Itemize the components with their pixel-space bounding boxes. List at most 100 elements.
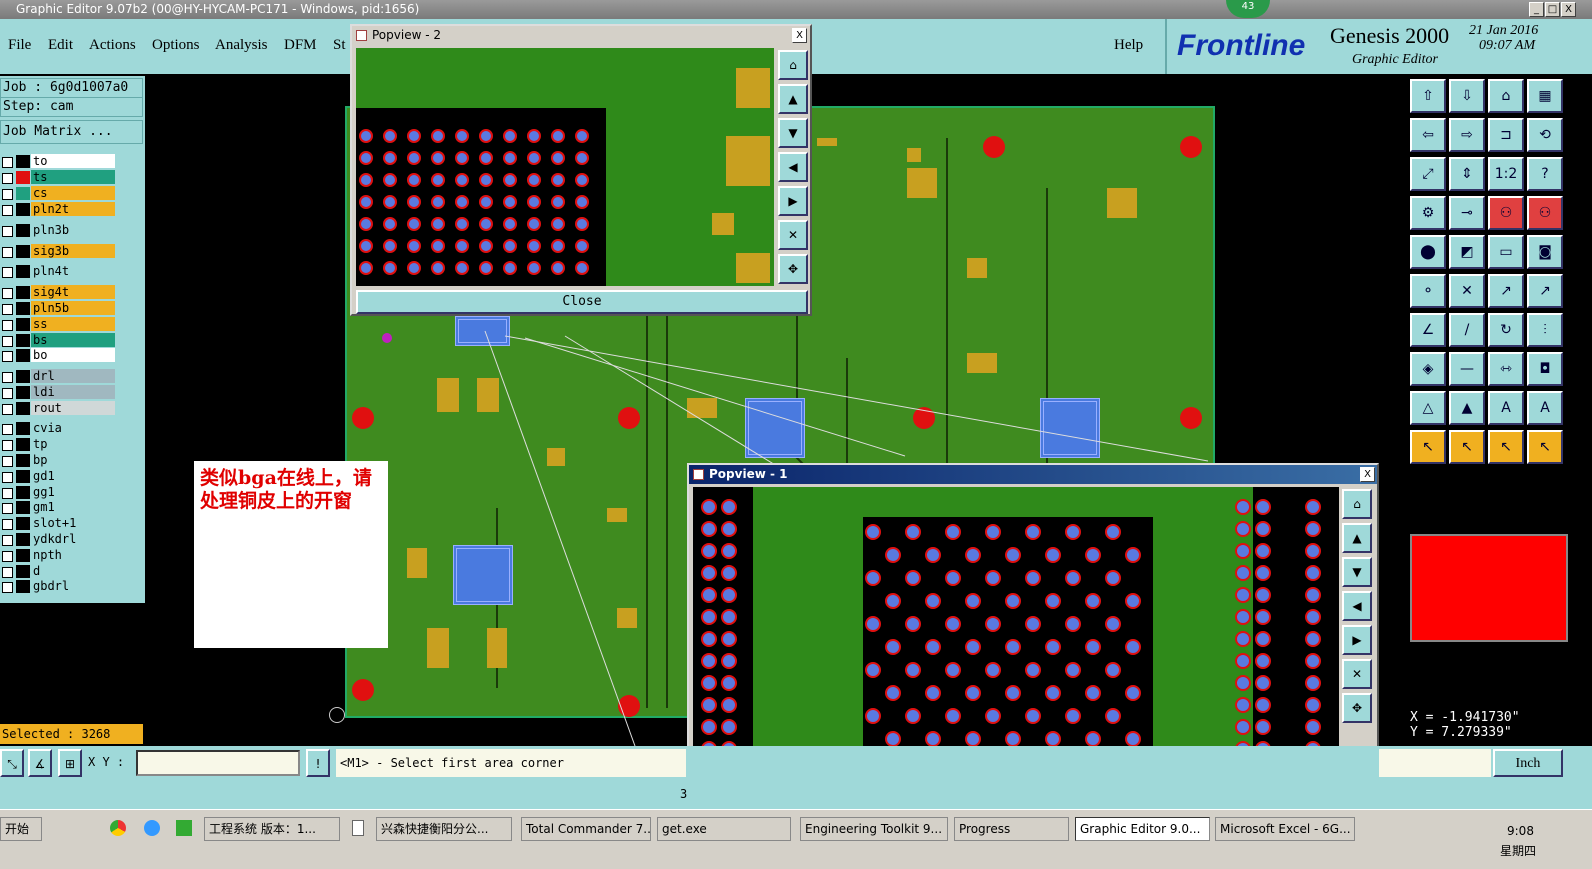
layer-color-swatch[interactable] bbox=[16, 402, 30, 415]
arc-icon[interactable]: ↻ bbox=[1488, 313, 1524, 347]
pointer2-icon[interactable]: ↖ bbox=[1449, 430, 1485, 464]
layer-color-swatch[interactable] bbox=[16, 501, 30, 514]
arrow-up-right-icon[interactable]: ↗ bbox=[1488, 274, 1524, 308]
layer-name[interactable]: pln5b bbox=[31, 301, 115, 315]
start-button[interactable]: 开始 bbox=[0, 817, 42, 841]
layer-checkbox[interactable] bbox=[2, 404, 13, 415]
layer-name[interactable]: pln3b bbox=[31, 223, 115, 237]
pointer4-icon[interactable]: ↖ bbox=[1527, 430, 1563, 464]
layer-name[interactable]: drl bbox=[31, 369, 115, 383]
layer-row-gd1[interactable]: gd1 bbox=[0, 469, 116, 484]
arrow-up-right2-icon[interactable]: ↗ bbox=[1527, 274, 1563, 308]
select-dot-icon[interactable]: ⬤ bbox=[1410, 235, 1446, 269]
taskbar-item[interactable]: 兴森快捷衡阳分公... bbox=[376, 817, 512, 841]
pan-right-icon[interactable]: ▶ bbox=[1342, 625, 1372, 655]
home-icon[interactable]: ⌂ bbox=[1488, 79, 1524, 113]
alert-icon[interactable]: ! bbox=[306, 749, 330, 777]
menu-step[interactable]: St bbox=[333, 37, 346, 54]
layer-name[interactable]: bs bbox=[31, 333, 115, 347]
layer-checkbox[interactable] bbox=[2, 519, 13, 530]
minimize-button[interactable]: _ bbox=[1529, 2, 1544, 17]
zoom-out-icon[interactable]: ✥ bbox=[1342, 693, 1372, 723]
layer-checkbox[interactable] bbox=[2, 226, 13, 237]
line-icon[interactable]: / bbox=[1449, 313, 1485, 347]
pan-left-icon[interactable]: ◀ bbox=[1342, 591, 1372, 621]
layer-row-to[interactable]: to bbox=[0, 154, 116, 169]
grid-icon[interactable]: ⊞ bbox=[58, 749, 82, 777]
layer-name[interactable]: to bbox=[31, 154, 115, 168]
app-icon[interactable] bbox=[176, 820, 192, 836]
layer-checkbox[interactable] bbox=[2, 288, 13, 299]
zoom-home-icon[interactable]: ⌂ bbox=[778, 50, 808, 80]
layer-name[interactable]: ydkdrl bbox=[31, 532, 115, 546]
layer-name[interactable]: gm1 bbox=[31, 500, 115, 514]
layer-color-swatch[interactable] bbox=[16, 155, 30, 168]
layer-row-ldi[interactable]: ldi bbox=[0, 385, 116, 400]
popview-2-viewport[interactable] bbox=[356, 48, 774, 286]
menu-analysis[interactable]: Analysis bbox=[215, 37, 268, 54]
document-icon[interactable] bbox=[352, 820, 364, 836]
text-a-icon[interactable]: A bbox=[1488, 391, 1524, 425]
popview-1-close-icon[interactable]: X bbox=[1360, 467, 1375, 482]
layer-checkbox[interactable] bbox=[2, 205, 13, 216]
layer-row-ydkdrl[interactable]: ydkdrl bbox=[0, 532, 116, 547]
scale-icon[interactable]: 1:2 bbox=[1488, 157, 1524, 191]
cross-icon[interactable]: ✕ bbox=[1449, 274, 1485, 308]
layer-color-swatch[interactable] bbox=[16, 517, 30, 530]
text-a2-icon[interactable]: A bbox=[1527, 391, 1563, 425]
ruler-icon[interactable]: ▭ bbox=[1488, 235, 1524, 269]
layer-checkbox[interactable] bbox=[2, 157, 13, 168]
layer-name[interactable]: ts bbox=[31, 170, 115, 184]
layer-color-swatch[interactable] bbox=[16, 286, 30, 299]
layer-color-swatch[interactable] bbox=[16, 422, 30, 435]
popview-2-close-button[interactable]: Close bbox=[356, 290, 808, 314]
layer-row-bo[interactable]: bo bbox=[0, 348, 116, 363]
pan-up-icon[interactable]: ▲ bbox=[1342, 523, 1372, 553]
layer-color-swatch[interactable] bbox=[16, 533, 30, 546]
layer-name[interactable]: ss bbox=[31, 317, 115, 331]
split-icon[interactable]: ⫶ bbox=[1527, 313, 1563, 347]
layer-checkbox[interactable] bbox=[2, 173, 13, 184]
layer-name[interactable]: slot+1 bbox=[31, 516, 115, 530]
zoom-top-icon[interactable]: ⇧ bbox=[1410, 79, 1446, 113]
stretch-icon[interactable]: ⇕ bbox=[1449, 157, 1485, 191]
layer-row-pln5b[interactable]: pln5b bbox=[0, 301, 116, 316]
xy-input[interactable] bbox=[136, 750, 300, 776]
measure-icon[interactable]: ∡ bbox=[28, 749, 52, 777]
layer-name[interactable]: gd1 bbox=[31, 469, 115, 483]
layer-row-slot+1[interactable]: slot+1 bbox=[0, 516, 116, 531]
pan-down-icon[interactable]: ▼ bbox=[778, 118, 808, 148]
layer-name[interactable]: bp bbox=[31, 453, 115, 467]
layer-color-swatch[interactable] bbox=[16, 454, 30, 467]
layer-name[interactable]: pln4t bbox=[31, 264, 115, 278]
layer-color-swatch[interactable] bbox=[16, 470, 30, 483]
layer-color-swatch[interactable] bbox=[16, 370, 30, 383]
layer-color-swatch[interactable] bbox=[16, 565, 30, 578]
area-icon[interactable]: ◩ bbox=[1449, 235, 1485, 269]
layer-row-sig4t[interactable]: sig4t bbox=[0, 285, 116, 300]
layer-color-swatch[interactable] bbox=[16, 187, 30, 200]
zoom-out-icon[interactable]: ✥ bbox=[778, 254, 808, 284]
layer-row-gm1[interactable]: gm1 bbox=[0, 500, 116, 515]
layer-color-swatch[interactable] bbox=[16, 245, 30, 258]
layer-name[interactable]: rout bbox=[31, 401, 115, 415]
copy-icon[interactable]: ◘ bbox=[1527, 352, 1563, 386]
pan-left-tool-icon[interactable]: ⇦ bbox=[1410, 118, 1446, 152]
layer-name[interactable]: ldi bbox=[31, 385, 115, 399]
measure-tool-icon[interactable]: ⇿ bbox=[1488, 352, 1524, 386]
layer-checkbox[interactable] bbox=[2, 247, 13, 258]
layer-checkbox[interactable] bbox=[2, 351, 13, 362]
layer-checkbox[interactable] bbox=[2, 304, 13, 315]
popview-2-close-icon[interactable]: X bbox=[792, 28, 807, 43]
popview-2-window[interactable]: Popview - 2 X ⌂ ▲ ▼ ◀ ▶ ✕ ✥ Close bbox=[350, 24, 812, 316]
close-window-button[interactable]: X bbox=[1561, 2, 1576, 17]
fill-icon[interactable]: ◙ bbox=[1527, 235, 1563, 269]
layer-checkbox[interactable] bbox=[2, 388, 13, 399]
maximize-button[interactable]: □ bbox=[1545, 2, 1560, 17]
ie-icon[interactable] bbox=[144, 820, 160, 836]
pan-up-icon[interactable]: ▲ bbox=[778, 84, 808, 114]
taskbar-item[interactable]: Microsoft Excel - 6G... bbox=[1215, 817, 1355, 841]
probe-icon[interactable]: ⊸ bbox=[1449, 196, 1485, 230]
layer-checkbox[interactable] bbox=[2, 551, 13, 562]
layer-row-cs[interactable]: cs bbox=[0, 186, 116, 201]
